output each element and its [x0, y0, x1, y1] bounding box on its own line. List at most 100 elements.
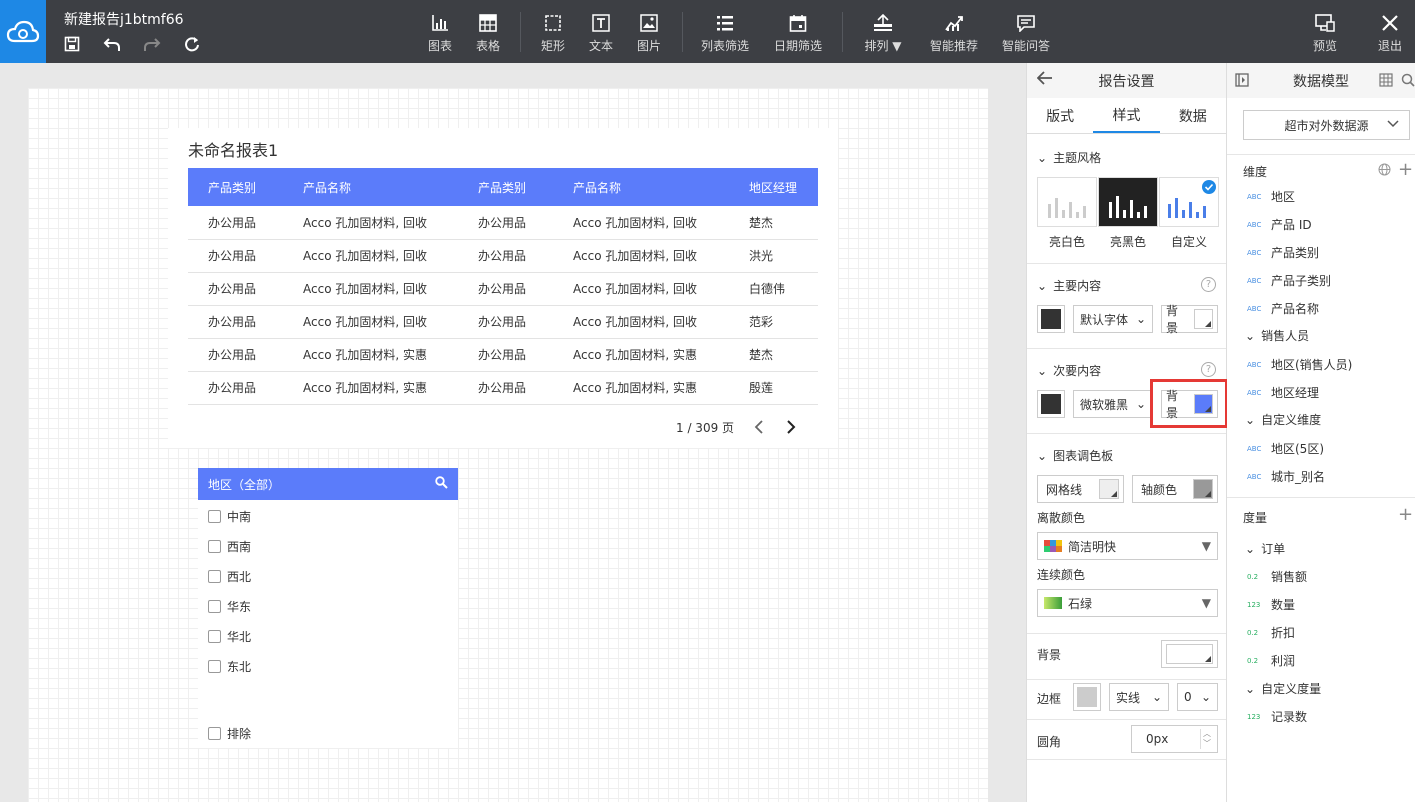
image-tool-button[interactable]: 图片 — [621, 11, 677, 54]
theme-custom[interactable] — [1159, 177, 1219, 227]
field-item[interactable]: 0.2 利润 — [1247, 652, 1295, 669]
tab-style[interactable]: 样式 — [1093, 98, 1160, 133]
border-width-select[interactable]: 0 ⌄ — [1177, 683, 1218, 711]
theme-light[interactable] — [1037, 177, 1097, 227]
table-row[interactable]: 办公用品 Acco 孔加固材料, 实惠 办公用品 Acco 孔加固材料, 实惠 楚杰 — [188, 338, 818, 372]
tab-data[interactable]: 数据 — [1160, 98, 1226, 133]
date-filter-button[interactable]: 日期筛选 — [766, 11, 830, 54]
column-header[interactable]: 产品类别 — [188, 168, 283, 206]
filter-option[interactable]: 华北 — [208, 628, 251, 645]
table-row[interactable]: 办公用品 Acco 孔加固材料, 回收 办公用品 Acco 孔加固材料, 回收 白德伟 — [188, 272, 818, 306]
secondary-font-color-swatch[interactable] — [1037, 390, 1065, 418]
help-icon[interactable]: ? — [1201, 362, 1216, 377]
table-row[interactable]: 办公用品 Acco 孔加固材料, 回收 办公用品 Acco 孔加固材料, 回收 范彩 — [188, 305, 818, 339]
primary-font-color-swatch[interactable] — [1037, 305, 1065, 333]
field-item[interactable]: ABC 产品 ID — [1247, 216, 1312, 233]
secondary-font-select[interactable]: 微软雅黑 ⌄ — [1073, 390, 1153, 418]
filter-header[interactable]: 地区（全部） — [198, 468, 458, 500]
column-header[interactable]: 产品名称 — [553, 168, 729, 206]
grid-view-icon[interactable] — [1379, 73, 1393, 91]
exit-button[interactable]: 退出 — [1362, 11, 1415, 54]
continuous-color-select[interactable]: 石绿 ▼ — [1037, 589, 1218, 617]
datasource-select[interactable]: 超市对外数据源 — [1243, 110, 1410, 140]
tab-layout[interactable]: 版式 — [1027, 98, 1093, 133]
exclude-option[interactable]: 排除 — [208, 725, 251, 742]
border-style-select[interactable]: 实线 ⌄ — [1109, 683, 1169, 711]
field-item[interactable]: ABC 产品名称 — [1247, 300, 1319, 317]
field-item[interactable]: ABC 产品类别 — [1247, 244, 1319, 261]
checkbox[interactable] — [208, 660, 221, 673]
search-icon[interactable] — [1401, 73, 1415, 91]
report-table[interactable]: 产品类别 产品名称 产品类别 产品名称 地区经理 办公用品 Acco 孔加固材料,… — [188, 168, 818, 405]
table-row[interactable]: 办公用品 Acco 孔加固材料, 回收 办公用品 Acco 孔加固材料, 回收 洪光 — [188, 239, 818, 273]
checkbox[interactable] — [208, 540, 221, 553]
add-measure-icon[interactable]: + — [1398, 504, 1413, 525]
filter-option[interactable]: 东北 — [208, 658, 251, 675]
table-row[interactable]: 办公用品 Acco 孔加固材料, 实惠 办公用品 Acco 孔加固材料, 实惠 殷莲 — [188, 371, 818, 405]
column-header[interactable]: 产品类别 — [458, 168, 553, 206]
refresh-icon[interactable] — [182, 34, 202, 54]
field-item[interactable]: 0.2 销售额 — [1247, 568, 1307, 585]
checkbox[interactable] — [208, 600, 221, 613]
primary-font-select[interactable]: 默认字体 ⌄ — [1073, 305, 1153, 333]
add-dimension-icon[interactable]: + — [1398, 159, 1413, 180]
filter-option[interactable]: 华东 — [208, 598, 251, 615]
field-item[interactable]: 123 记录数 — [1247, 708, 1307, 725]
radius-stepper[interactable]: 0px ︿ ﹀ — [1131, 725, 1218, 753]
field-group-toggle[interactable]: ⌄ 订单 — [1245, 540, 1285, 557]
checkbox[interactable] — [208, 630, 221, 643]
next-page-icon[interactable] — [784, 418, 798, 436]
back-arrow-icon[interactable] — [1036, 71, 1053, 89]
field-item[interactable]: ABC 产品子类别 — [1247, 272, 1331, 289]
document-title[interactable]: 新建报告j1btmf66 — [64, 9, 184, 29]
smart-qa-button[interactable]: 智能问答 — [998, 11, 1054, 54]
border-color-swatch[interactable] — [1073, 683, 1101, 711]
field-item[interactable]: ABC 城市_别名 — [1247, 468, 1325, 485]
column-header[interactable]: 地区经理 — [729, 168, 818, 206]
region-filter-widget[interactable]: 地区（全部） 中南 西南 西北 华东 华北 东北 排除 — [198, 468, 458, 748]
globe-icon[interactable] — [1378, 163, 1391, 179]
help-icon[interactable]: ? — [1201, 277, 1216, 292]
filter-option[interactable]: 中南 — [208, 508, 251, 525]
preview-button[interactable]: 预览 — [1297, 11, 1353, 54]
checkbox[interactable] — [208, 570, 221, 583]
filter-option[interactable]: 西北 — [208, 568, 251, 585]
checkbox[interactable] — [208, 727, 221, 740]
field-group-toggle[interactable]: ⌄ 销售人员 — [1245, 327, 1309, 344]
search-icon[interactable] — [435, 476, 448, 492]
undo-icon[interactable] — [102, 34, 122, 54]
save-icon[interactable] — [62, 34, 82, 54]
field-group-toggle[interactable]: ⌄ 自定义度量 — [1245, 680, 1321, 697]
primary-bg-button[interactable]: 背景 — [1161, 304, 1218, 335]
theme-section-toggle[interactable]: ⌄ 主题风格 — [1037, 149, 1101, 166]
field-item[interactable]: 123 数量 — [1247, 596, 1295, 613]
table-tool-button[interactable]: 表格 — [460, 11, 516, 54]
arrange-button[interactable]: 排列 ▼ — [855, 11, 911, 54]
column-header[interactable]: 产品名称 — [283, 168, 458, 206]
theme-dark[interactable] — [1098, 177, 1158, 227]
filter-option[interactable]: 西南 — [208, 538, 251, 555]
list-filter-button[interactable]: 列表筛选 — [693, 11, 757, 54]
field-item[interactable]: ABC 地区经理 — [1247, 384, 1319, 401]
checkbox[interactable] — [208, 510, 221, 523]
field-item[interactable]: ABC 地区 — [1247, 188, 1295, 205]
gridline-color-button[interactable]: 网格线 — [1037, 475, 1124, 503]
background-color-button[interactable] — [1161, 640, 1218, 668]
prev-page-icon[interactable] — [752, 418, 766, 436]
collapse-panel-icon[interactable] — [1235, 73, 1249, 91]
cloud-logo-icon[interactable] — [0, 0, 46, 63]
redo-icon[interactable] — [142, 34, 162, 54]
palette-section-toggle[interactable]: ⌄ 图表调色板 — [1037, 447, 1113, 464]
discrete-color-select[interactable]: 简洁明快 ▼ — [1037, 532, 1218, 560]
primary-content-toggle[interactable]: ⌄ 主要内容 — [1037, 277, 1101, 294]
model-header: 数据模型 — [1227, 63, 1415, 98]
field-group-toggle[interactable]: ⌄ 自定义维度 — [1245, 411, 1321, 428]
field-item[interactable]: ABC 地区(销售人员) — [1247, 356, 1352, 373]
smart-recommend-button[interactable]: 智能推荐 — [926, 11, 982, 54]
field-item[interactable]: ABC 地区(5区) — [1247, 440, 1324, 457]
field-item[interactable]: 0.2 折扣 — [1247, 624, 1295, 641]
secondary-content-toggle[interactable]: ⌄ 次要内容 — [1037, 362, 1101, 379]
report-title[interactable]: 未命名报表1 — [188, 137, 278, 161]
axis-color-button[interactable]: 轴颜色 — [1132, 475, 1218, 503]
table-row[interactable]: 办公用品 Acco 孔加固材料, 回收 办公用品 Acco 孔加固材料, 回收 楚杰 — [188, 206, 818, 240]
